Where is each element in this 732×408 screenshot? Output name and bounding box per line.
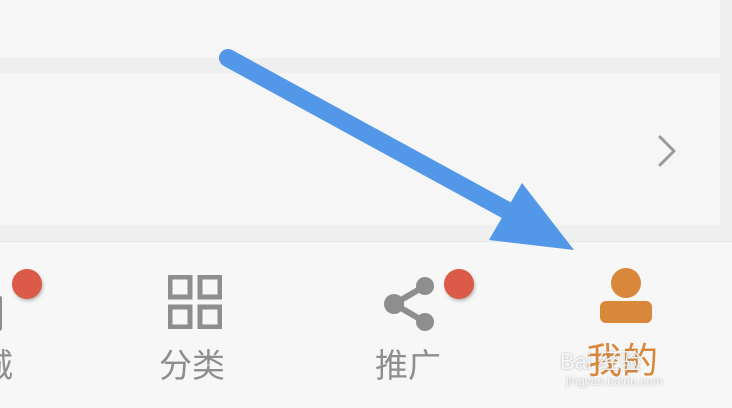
tab-label: 推广 [375,346,441,385]
chevron-right-icon[interactable] [656,134,678,168]
tab-promote[interactable]: 推广 [370,242,480,408]
user-icon [600,268,652,323]
store-icon [0,296,2,331]
notification-badge [12,269,42,299]
tab-category[interactable]: 分类 [150,242,250,408]
screen: 城 分类 推广 [0,0,732,408]
share-icon [384,277,434,331]
watermark-url: jingyan.baidu.com [566,374,663,388]
tab-store[interactable]: 城 [0,242,80,408]
content-card-top[interactable] [0,0,720,58]
tab-label: 分类 [159,346,225,385]
watermark: Bai 经验 [560,349,642,374]
tab-label: 城 [0,346,13,386]
grid-icon [168,275,222,329]
notification-badge [444,269,474,299]
settings-row[interactable] [0,73,720,225]
